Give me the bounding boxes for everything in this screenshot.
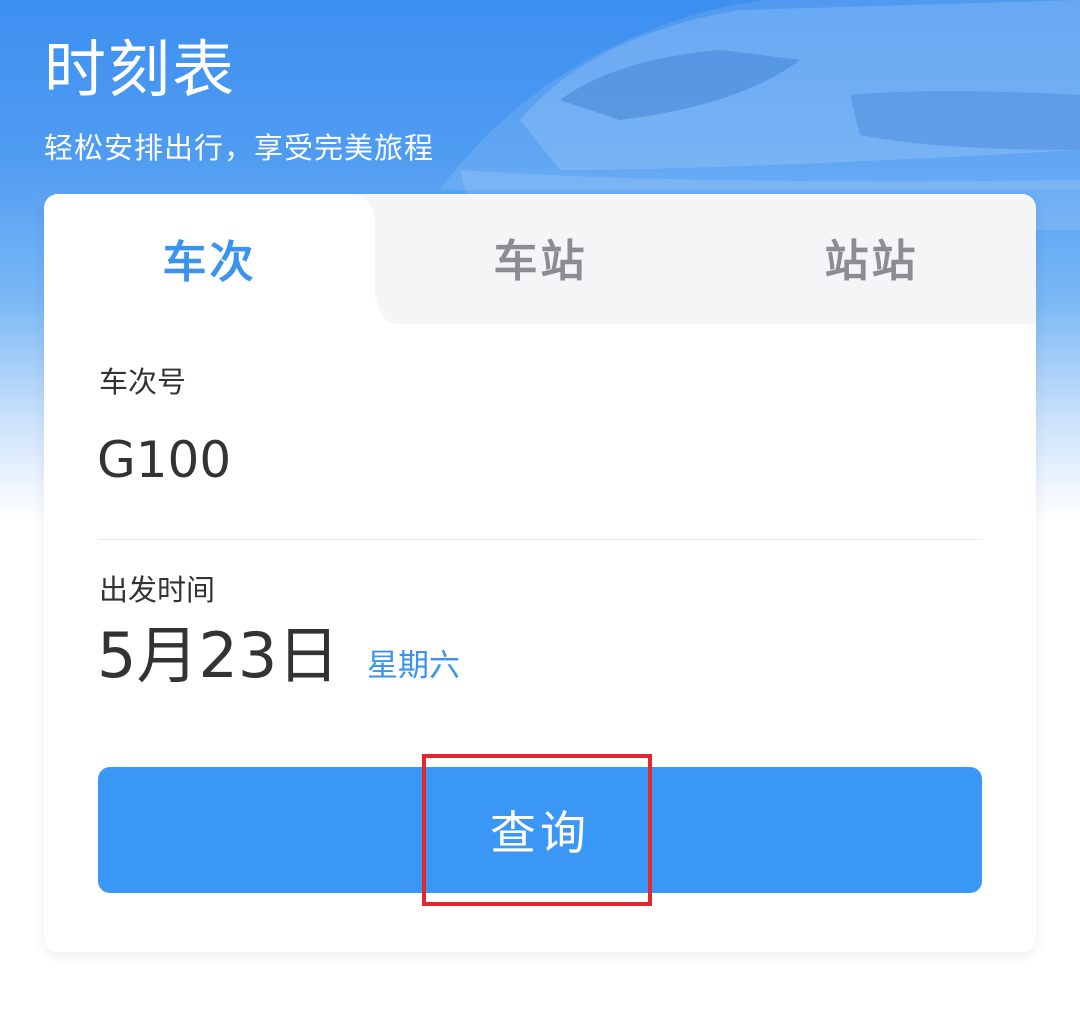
weekday-label: 星期六 [367,648,460,684]
divider [99,539,983,540]
train-number-label: 车次号 [99,365,187,399]
search-button[interactable]: 查询 [98,767,982,893]
tab-bar: 车次 车站 站站 [44,194,1036,328]
search-card: 车次 车站 站站 车次号 出发时间 5月23日 星期六 查询 [44,194,1036,952]
departure-time-label: 出发时间 [99,573,216,607]
page-subtitle: 轻松安排出行，享受完美旅程 [44,131,435,165]
departure-date-picker[interactable]: 5月23日 [97,614,339,698]
tab-corner-decoration [375,298,405,328]
tab-station-to-station[interactable]: 站站 [706,194,1036,324]
page-title: 时刻表 [44,33,237,106]
tab-train-number[interactable]: 车次 [44,194,375,326]
train-number-input[interactable] [97,426,977,494]
tab-station[interactable]: 车站 [375,194,706,324]
